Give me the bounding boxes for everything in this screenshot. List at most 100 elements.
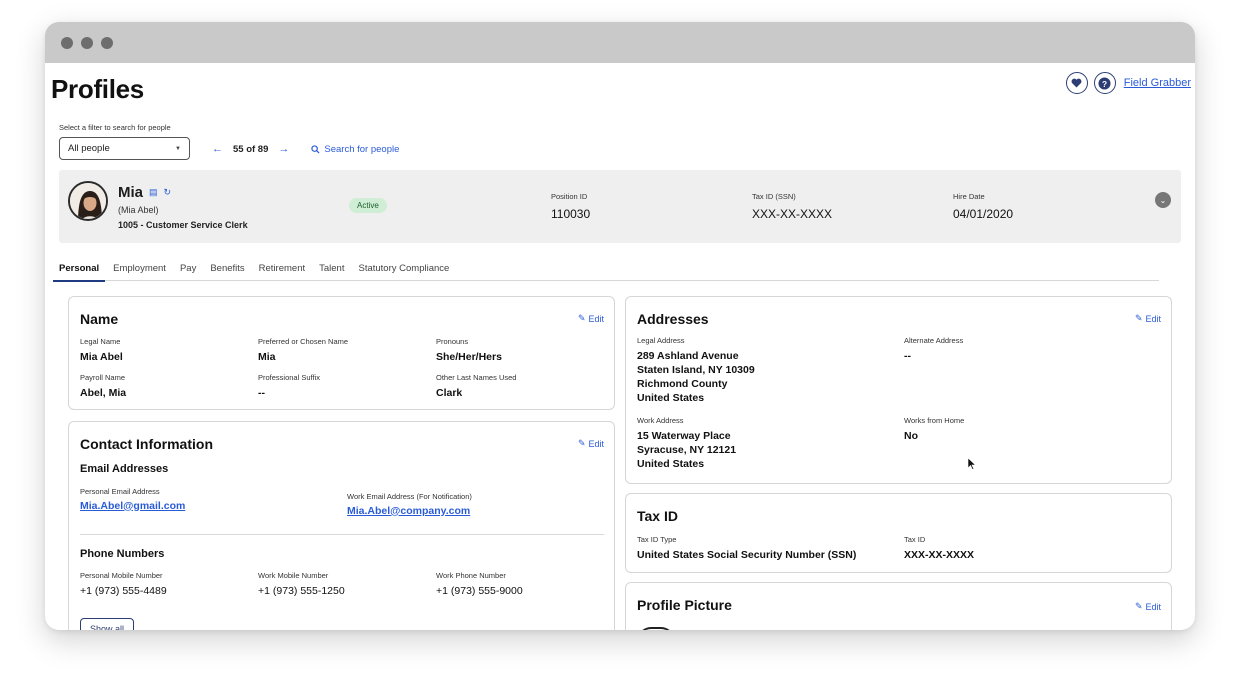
work-email-field: Work Email Address (For Notification) Mi… xyxy=(347,492,472,517)
name-card: Name ✎ Edit Legal Name Mia Abel Preferred… xyxy=(68,296,615,410)
profile-navigation: ← 55 of 89 → Search for people xyxy=(212,143,399,155)
works-from-home-field: Works from Home No xyxy=(904,416,964,443)
address-line: Staten Island, NY 10309 xyxy=(637,363,755,376)
pencil-icon: ✎ xyxy=(1134,601,1143,611)
field-label: Work Email Address (For Notification) xyxy=(347,492,472,501)
edit-label: Edit xyxy=(588,313,604,324)
tab-benefits[interactable]: Benefits xyxy=(210,263,244,274)
field-label: Alternate Address xyxy=(904,336,964,345)
field-label: Tax ID xyxy=(904,535,926,544)
avatar xyxy=(68,181,108,221)
other-last-names-field: Other Last Names Used Clark xyxy=(436,373,517,400)
tab-retirement[interactable]: Retirement xyxy=(259,263,305,274)
divider xyxy=(80,534,604,535)
field-label: Tax ID Type xyxy=(637,535,677,544)
tax-id-card-title: Tax ID xyxy=(637,508,678,524)
field-value: She/Her/Hers xyxy=(436,350,502,363)
filter-label: Select a filter to search for people xyxy=(59,123,171,132)
search-people-label: Search for people xyxy=(324,143,400,155)
profile-picture-edit-link[interactable]: ✎ Edit xyxy=(1135,601,1161,612)
edit-label: Edit xyxy=(1145,313,1161,324)
address-line: 289 Ashland Avenue xyxy=(637,349,739,362)
svg-text:?: ? xyxy=(1102,78,1107,88)
help-icon: ? xyxy=(1098,76,1111,90)
tax-id-stat: Tax ID (SSN) XXX-XX-XXXX xyxy=(752,192,832,221)
address-lines: 15 Waterway Place Syracuse, NY 12121 Uni… xyxy=(637,429,736,472)
email-section-title: Email Addresses xyxy=(80,463,169,475)
personal-mobile-field: Personal Mobile Number +1 (973) 555-4489 xyxy=(80,571,167,598)
professional-suffix-field: Professional Suffix -- xyxy=(258,373,320,400)
hire-date-label: Hire Date xyxy=(953,192,985,201)
status-badge: Active xyxy=(349,198,387,213)
window-close-dot[interactable] xyxy=(61,36,73,49)
personal-email-link[interactable]: Mia.Abel@gmail.com xyxy=(80,500,185,512)
tax-id-card: Tax ID Tax ID Type United States Social … xyxy=(625,493,1172,573)
people-filter-select[interactable]: All people ▼ xyxy=(59,137,190,160)
field-value: +1 (973) 555-1250 xyxy=(258,584,345,597)
previous-profile-arrow-icon[interactable]: ← xyxy=(212,143,223,155)
addresses-edit-link[interactable]: ✎ Edit xyxy=(1135,313,1161,324)
hire-date-stat: Hire Date 04/01/2020 xyxy=(953,192,1013,221)
contact-card-title: Contact Information xyxy=(80,436,213,452)
position-id-label: Position ID xyxy=(551,192,588,201)
pencil-icon: ✎ xyxy=(577,438,586,448)
window-maximize-dot[interactable] xyxy=(101,36,113,49)
profile-picture-card: Profile Picture ✎ Edit xyxy=(625,582,1172,630)
search-icon xyxy=(311,144,320,154)
tab-pay[interactable]: Pay xyxy=(180,263,196,274)
field-value: Clark xyxy=(436,386,463,399)
field-value: +1 (973) 555-9000 xyxy=(436,584,523,597)
name-card-title: Name xyxy=(80,311,119,327)
name-edit-link[interactable]: ✎ Edit xyxy=(578,313,604,324)
field-label: Legal Name xyxy=(80,337,121,346)
address-line: Syracuse, NY 12121 xyxy=(637,443,737,456)
field-value: No xyxy=(904,429,918,442)
address-line: Richmond County xyxy=(637,377,728,390)
next-profile-arrow-icon[interactable]: → xyxy=(278,143,289,155)
field-label: Personal Mobile Number xyxy=(80,571,163,580)
tax-id-ssn-label: Tax ID (SSN) xyxy=(752,192,796,201)
show-all-button[interactable]: Show all xyxy=(80,618,135,630)
addresses-card: Addresses ✎ Edit Legal Address 289 Ashlan… xyxy=(625,296,1172,484)
favorite-button[interactable] xyxy=(1065,72,1088,94)
field-label: Other Last Names Used xyxy=(436,373,517,382)
profile-first-name: Mia xyxy=(118,184,144,201)
search-people-link[interactable]: Search for people xyxy=(311,144,399,155)
heart-icon xyxy=(1071,78,1082,88)
contact-card: Contact Information ✎ Edit Email Addresse… xyxy=(68,421,615,630)
address-line: United States xyxy=(637,457,705,470)
field-grabber-link[interactable]: Field Grabber xyxy=(1124,77,1191,89)
id-card-icon[interactable]: ▤ xyxy=(149,187,158,198)
contact-edit-link[interactable]: ✎ Edit xyxy=(578,438,604,449)
legal-name-field: Legal Name Mia Abel xyxy=(80,337,123,364)
field-label: Personal Email Address xyxy=(80,487,160,496)
tab-personal[interactable]: Personal xyxy=(52,263,106,282)
addresses-card-title: Addresses xyxy=(637,311,709,327)
window-minimize-dot[interactable] xyxy=(81,36,93,49)
position-id-stat: Position ID 110030 xyxy=(551,192,590,221)
legal-address-field: Legal Address 289 Ashland Avenue Staten … xyxy=(637,336,755,405)
field-label: Work Mobile Number xyxy=(258,571,329,580)
work-address-field: Work Address 15 Waterway Place Syracuse,… xyxy=(637,416,736,472)
personal-email-field: Personal Email Address Mia.Abel@gmail.co… xyxy=(80,487,185,512)
top-actions: ? Field Grabber xyxy=(1065,72,1191,94)
tax-id-type-field: Tax ID Type United States Social Securit… xyxy=(637,535,856,562)
field-label: Work Address xyxy=(637,416,684,425)
refresh-icon[interactable]: ↻ xyxy=(164,187,172,198)
work-email-link[interactable]: Mia.Abel@company.com xyxy=(347,505,472,517)
profile-photo xyxy=(70,183,106,219)
help-button[interactable]: ? xyxy=(1093,72,1116,94)
expand-banner-button[interactable]: ⌄ xyxy=(1155,192,1171,208)
tab-employment[interactable]: Employment xyxy=(113,263,166,274)
pencil-icon: ✎ xyxy=(1134,313,1143,323)
tab-statutory-compliance[interactable]: Statutory Compliance xyxy=(358,263,449,274)
chevron-down-icon: ⌄ xyxy=(1159,195,1167,205)
field-label: Payroll Name xyxy=(80,373,126,382)
field-value: Mia Abel xyxy=(80,350,123,363)
tax-id-field: Tax ID XXX-XX-XXXX xyxy=(904,535,974,562)
tab-talent[interactable]: Talent xyxy=(319,263,344,274)
profile-picture-card-title: Profile Picture xyxy=(637,597,732,613)
edit-label: Edit xyxy=(1145,601,1161,612)
chevron-down-icon: ▼ xyxy=(175,145,181,152)
profile-count: 55 of 89 xyxy=(233,143,269,155)
